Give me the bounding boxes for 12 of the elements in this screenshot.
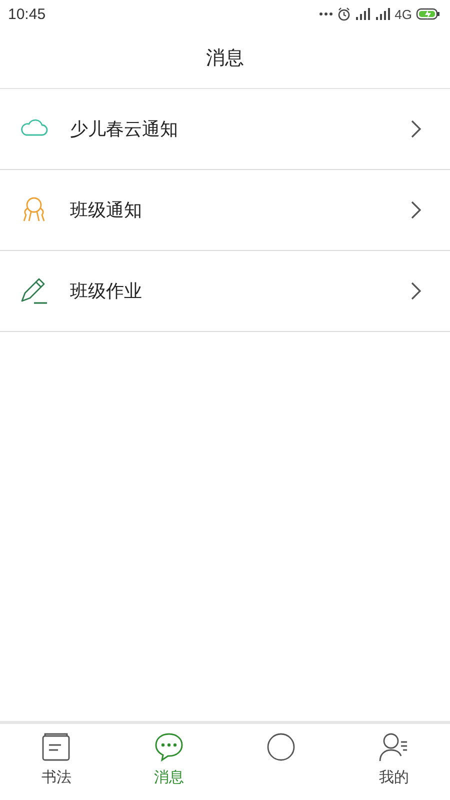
message-row[interactable]: 班级作业 xyxy=(0,251,450,332)
network-label: 4G xyxy=(394,6,412,22)
row-label: 班级作业 xyxy=(70,280,143,303)
page-title: 消息 xyxy=(206,46,244,71)
message-row[interactable]: 班级通知 xyxy=(0,170,450,251)
tab[interactable]: 书法 xyxy=(0,724,112,800)
message-row[interactable]: 少儿春云通知 xyxy=(0,89,450,170)
row-label: 班级通知 xyxy=(70,199,143,222)
tab[interactable]: 我的 xyxy=(338,724,450,800)
row-label: 少儿春云通知 xyxy=(70,118,179,141)
status-time: 10:45 xyxy=(8,6,46,22)
tab[interactable]: 消息 xyxy=(112,724,225,800)
